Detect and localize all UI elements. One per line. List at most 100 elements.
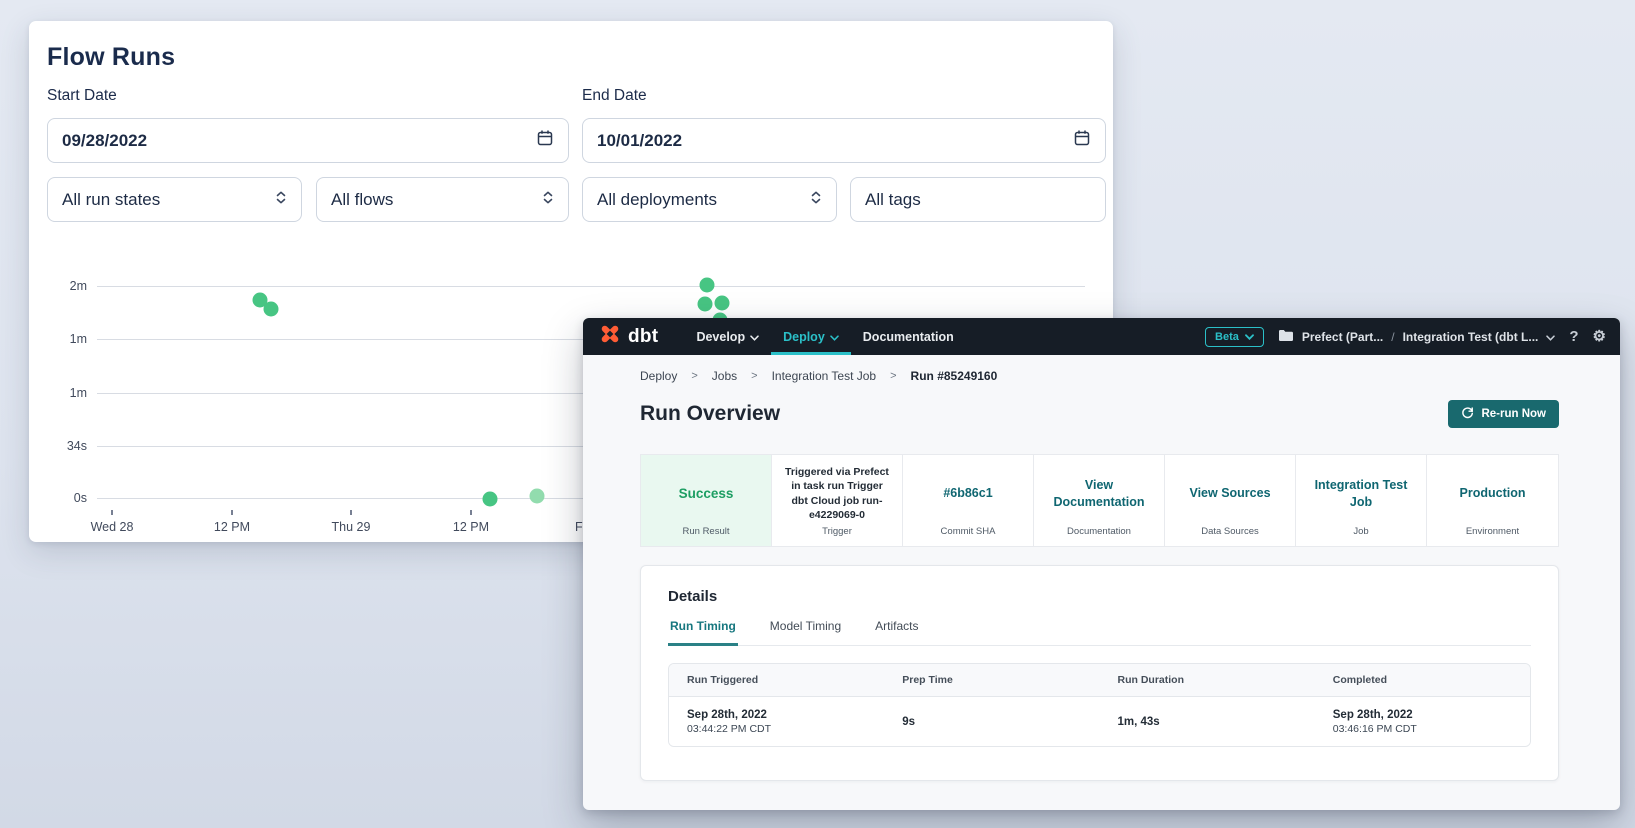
run-duration-cell: 1m, 43s [1100,716,1315,728]
commit-sha-label: Commit SHA [903,526,1033,546]
col-prep-time: Prep Time [884,674,1099,686]
completed-cell: Sep 28th, 2022 03:46:16 PM CDT [1315,709,1530,735]
start-date-label: Start Date [47,87,117,105]
dbt-logo[interactable]: dbt [599,318,658,355]
flow-runs-title: Flow Runs [47,43,175,72]
deployments-select[interactable]: All deployments [582,177,837,222]
tab-artifacts[interactable]: Artifacts [873,619,920,646]
chevron-up-down-icon [542,190,554,210]
run-triggered-cell: Sep 28th, 2022 03:44:22 PM CDT [669,709,884,735]
dbt-brand-text: dbt [628,326,658,348]
end-date-value: 10/01/2022 [597,131,682,151]
view-sources-link[interactable]: View Sources [1165,455,1295,526]
run-summary-strip: Success Run Result Triggered via Prefect… [640,454,1559,547]
deployments-value: All deployments [597,190,717,210]
help-icon[interactable]: ? [1569,329,1578,344]
environment-label: Environment [1427,526,1558,546]
start-date-value: 09/28/2022 [62,131,147,151]
run-result-value: Success [641,455,771,526]
page-title: Run Overview [640,402,780,426]
end-date-input[interactable]: 10/01/2022 [582,118,1106,163]
trigger-value: Triggered via Prefect in task run Trigge… [772,455,902,526]
details-title: Details [668,588,1531,605]
x-axis-tick [111,510,113,515]
project-selector[interactable]: Prefect (Part... / Integration Test (dbt… [1278,329,1556,345]
flow-run-point[interactable] [530,489,545,504]
calendar-icon[interactable] [536,129,554,152]
view-documentation-link[interactable]: View Documentation [1034,455,1164,526]
environment-card: Production Environment [1427,455,1558,546]
flow-run-point[interactable] [700,278,715,293]
x-axis-tick-label: Thu 29 [332,520,371,534]
dbt-top-nav: dbt Develop Deploy Documentation Beta [583,318,1620,355]
nav-item-documentation[interactable]: Documentation [851,318,966,355]
flows-select[interactable]: All flows [316,177,569,222]
dbt-logo-icon [599,323,621,350]
breadcrumb-deploy[interactable]: Deploy [640,369,677,383]
prep-time-cell: 9s [884,716,1099,728]
chart-gridline [97,286,1085,287]
y-axis-tick-label: 2m [45,279,87,293]
breadcrumb-separator: > [691,370,697,382]
beta-label: Beta [1215,331,1239,343]
chevron-down-icon [750,330,759,344]
breadcrumb-jobs[interactable]: Jobs [712,369,737,383]
flow-run-point[interactable] [483,492,498,507]
documentation-card: View Documentation Documentation [1034,455,1165,546]
completed-time: 03:46:16 PM CDT [1333,723,1530,735]
chevron-up-down-icon [810,190,822,210]
environment-name: Integration Test (dbt L... [1403,330,1539,344]
chevron-down-icon [1245,331,1254,343]
flow-run-point[interactable] [715,296,730,311]
start-date-input[interactable]: 09/28/2022 [47,118,569,163]
run-result-label: Run Result [641,526,771,546]
nav-documentation-label: Documentation [863,330,954,344]
nav-item-deploy[interactable]: Deploy [771,318,851,355]
col-run-triggered: Run Triggered [669,674,884,686]
completed-date: Sep 28th, 2022 [1333,709,1413,721]
table-row: Sep 28th, 2022 03:44:22 PM CDT 9s 1m, 43… [669,697,1530,746]
chevron-down-icon [1546,330,1555,344]
flow-run-point[interactable] [698,297,713,312]
tab-model-timing[interactable]: Model Timing [768,619,843,646]
y-axis-tick-label: 0s [45,491,87,505]
data-sources-card: View Sources Data Sources [1165,455,1296,546]
beta-dropdown[interactable]: Beta [1205,327,1264,347]
calendar-icon[interactable] [1073,129,1091,152]
path-separator: / [1391,330,1394,344]
y-axis-tick-label: 1m [45,386,87,400]
run-timing-table: Run Triggered Prep Time Run Duration Com… [668,663,1531,747]
y-axis-tick-label: 34s [45,439,87,453]
job-label: Job [1296,526,1426,546]
flow-run-point[interactable] [264,302,279,317]
rerun-now-button[interactable]: Re-run Now [1448,400,1559,428]
project-name: Prefect (Part... [1302,330,1383,344]
x-axis-tick [350,510,352,515]
documentation-label: Documentation [1034,526,1164,546]
tags-input[interactable]: All tags [850,177,1106,222]
tab-run-timing[interactable]: Run Timing [668,619,738,646]
trigger-card: Triggered via Prefect in task run Trigge… [772,455,903,546]
environment-link[interactable]: Production [1427,455,1558,526]
breadcrumb-separator: > [751,370,757,382]
rerun-now-label: Re-run Now [1481,408,1546,420]
folder-icon [1278,329,1294,345]
breadcrumb-job-name[interactable]: Integration Test Job [772,369,877,383]
commit-sha-card: #6b86c1 Commit SHA [903,455,1034,546]
gear-icon[interactable]: ⚙ [1593,329,1606,344]
run-result-card: Success Run Result [641,455,772,546]
chevron-up-down-icon [275,190,287,210]
job-link[interactable]: Integration Test Job [1296,455,1426,526]
run-states-select[interactable]: All run states [47,177,302,222]
table-header-row: Run Triggered Prep Time Run Duration Com… [669,664,1530,697]
col-run-duration: Run Duration [1100,674,1315,686]
nav-item-develop[interactable]: Develop [684,318,771,355]
details-card: Details Run Timing Model Timing Artifact… [640,565,1559,781]
details-tabs: Run Timing Model Timing Artifacts [668,619,1531,646]
tags-value: All tags [865,190,921,210]
commit-sha-link[interactable]: #6b86c1 [903,455,1033,526]
breadcrumb-run-id: Run #85249160 [911,369,998,383]
nav-develop-label: Develop [696,330,745,344]
col-completed: Completed [1315,674,1530,686]
nav-deploy-label: Deploy [783,330,825,344]
